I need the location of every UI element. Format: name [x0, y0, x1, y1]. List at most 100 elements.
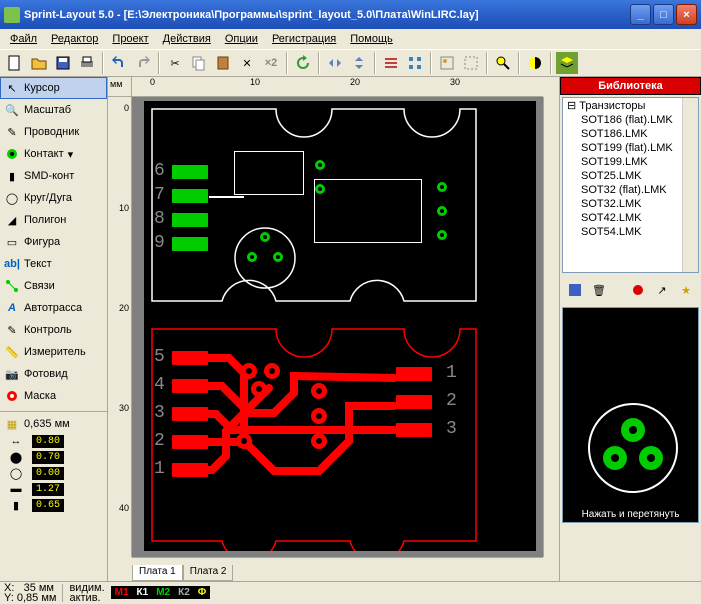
ungroup-icon[interactable]	[460, 52, 482, 74]
tab-board-1[interactable]: Плата 1	[132, 565, 183, 581]
menu-edit[interactable]: Редактор	[45, 31, 104, 47]
tree-item[interactable]: SOT32 (flat).LMK	[563, 183, 698, 197]
tree-item[interactable]: SOT186.LMK	[563, 127, 698, 141]
tree-root[interactable]: Транзисторы	[563, 98, 698, 113]
board-tabs: Плата 1 Плата 2	[132, 565, 233, 581]
tool-cursor[interactable]: ↖Курсор	[0, 77, 107, 99]
tool-arc[interactable]: ◯Круг/Дуга	[0, 187, 107, 209]
mask-icon	[4, 388, 20, 404]
flip-v-icon[interactable]	[348, 52, 370, 74]
align-icon[interactable]	[380, 52, 402, 74]
grid-section: ▦0,635 мм ↔0.80 ⬤0.70 ◯0.00 ▬1.27 ▮0.65	[0, 411, 107, 518]
tab-board-2[interactable]: Плата 2	[183, 565, 234, 581]
ruler-vertical: 0 10 20 30 40	[108, 97, 132, 557]
menu-register[interactable]: Регистрация	[266, 31, 342, 47]
grid-snap-icon[interactable]	[404, 52, 426, 74]
contrast-icon[interactable]	[524, 52, 546, 74]
tool-smd[interactable]: ▮SMD-конт	[0, 165, 107, 187]
export-icon[interactable]: ↗	[651, 279, 673, 301]
menu-project[interactable]: Проект	[106, 31, 154, 47]
menu-bar: Файл Редактор Проект Действия Опции Реги…	[0, 29, 701, 49]
coords: X: 35 мм Y: 0,85 мм	[4, 583, 56, 603]
new-icon[interactable]	[4, 52, 26, 74]
save-lib-icon[interactable]	[564, 279, 586, 301]
cursor-icon: ↖	[4, 80, 20, 96]
tool-shape[interactable]: ▭Фигура	[0, 231, 107, 253]
ruler-unit: мм	[108, 77, 132, 97]
component-preview[interactable]: Нажать и перетянуть	[562, 307, 699, 523]
maximize-button[interactable]: □	[653, 4, 674, 25]
smd-h[interactable]: 0.65	[32, 499, 64, 512]
library-tree[interactable]: Транзисторы SOT186 (flat).LMK SOT186.LMK…	[562, 97, 699, 273]
tree-item[interactable]: SOT199 (flat).LMK	[563, 141, 698, 155]
layer-f[interactable]: Ф	[194, 586, 211, 599]
title-bar: Sprint-Layout 5.0 - [E:\Электроника\Прог…	[0, 0, 701, 29]
paste-icon[interactable]	[212, 52, 234, 74]
layer-m1[interactable]: M1	[111, 586, 133, 599]
tool-measure[interactable]: 📏Измеритель	[0, 341, 107, 363]
delete-icon[interactable]: ✕	[236, 52, 258, 74]
pad-inner[interactable]: 0.00	[32, 467, 64, 480]
smd-w-icon: ▬	[4, 482, 28, 496]
tree-scrollbar[interactable]	[682, 98, 698, 272]
copy-icon[interactable]	[188, 52, 210, 74]
tool-photo[interactable]: 📷Фотовид	[0, 363, 107, 385]
undo-icon[interactable]	[108, 52, 130, 74]
tool-mask[interactable]: Маска	[0, 385, 107, 407]
duplicate-icon[interactable]: ×2	[260, 52, 282, 74]
menu-action[interactable]: Действия	[157, 31, 217, 47]
tree-item[interactable]: SOT25.LMK	[563, 169, 698, 183]
group-icon[interactable]	[436, 52, 458, 74]
layer-k1[interactable]: К1	[133, 586, 153, 599]
library-panel: Библиотека Транзисторы SOT186 (flat).LMK…	[559, 77, 701, 581]
tool-autoroute[interactable]: AАвтотрасса	[0, 297, 107, 319]
scrollbar-vertical[interactable]	[543, 97, 559, 557]
close-button[interactable]: ×	[676, 4, 697, 25]
zoom-icon[interactable]	[492, 52, 514, 74]
layer-labels: видим. актив.	[69, 583, 104, 603]
grid-value: 0,635 мм	[24, 418, 70, 430]
open-icon[interactable]	[28, 52, 50, 74]
save-icon[interactable]	[52, 52, 74, 74]
tree-item[interactable]: SOT42.LMK	[563, 211, 698, 225]
ruler-horizontal: 0 10 20 30	[132, 77, 543, 97]
check-icon: ✎	[4, 322, 20, 338]
redo-icon[interactable]	[132, 52, 154, 74]
tool-zoom[interactable]: 🔍Масштаб	[0, 99, 107, 121]
tool-conn[interactable]: Связи	[0, 275, 107, 297]
tool-text[interactable]: ab|Текст	[0, 253, 107, 275]
autoroute-icon: A	[4, 300, 20, 316]
tool-polygon[interactable]: ◢Полигон	[0, 209, 107, 231]
track-width[interactable]: 0.80	[32, 435, 64, 448]
tool-wire[interactable]: ✎Проводник	[0, 121, 107, 143]
record-icon[interactable]	[627, 279, 649, 301]
zoom-icon: 🔍	[4, 102, 20, 118]
bookmark-icon[interactable]: ★	[675, 279, 697, 301]
layers-icon[interactable]	[556, 52, 578, 74]
canvas[interactable]: 6 7 8 9	[132, 97, 543, 557]
tree-item[interactable]: SOT32.LMK	[563, 197, 698, 211]
delete-lib-icon[interactable]: 🗑	[588, 279, 610, 301]
menu-file[interactable]: Файл	[4, 31, 43, 47]
smd-w[interactable]: 1.27	[32, 483, 64, 496]
library-toolbar: 🗑 ↗ ★	[560, 275, 701, 305]
pad-outer[interactable]: 0.70	[32, 451, 64, 464]
layer-m2[interactable]: M2	[152, 586, 174, 599]
pcb-board: 6 7 8 9	[144, 101, 536, 551]
print-icon[interactable]	[76, 52, 98, 74]
layer-k2[interactable]: К2	[174, 586, 194, 599]
tree-item[interactable]: SOT199.LMK	[563, 155, 698, 169]
flip-h-icon[interactable]	[324, 52, 346, 74]
cut-icon[interactable]: ✂	[164, 52, 186, 74]
minimize-button[interactable]: _	[630, 4, 651, 25]
rotate-icon[interactable]	[292, 52, 314, 74]
tree-item[interactable]: SOT54.LMK	[563, 225, 698, 239]
text-icon: ab|	[4, 256, 20, 272]
menu-help[interactable]: Помощь	[344, 31, 399, 47]
menu-options[interactable]: Опции	[219, 31, 264, 47]
canvas-area: мм 0 10 20 30 0 10 20 30 40 6 7 8	[108, 77, 559, 581]
tree-item[interactable]: SOT186 (flat).LMK	[563, 113, 698, 127]
tool-contact[interactable]: Контакт ▾	[0, 143, 107, 165]
tool-check[interactable]: ✎Контроль	[0, 319, 107, 341]
grid-icon: ▦	[4, 416, 20, 432]
